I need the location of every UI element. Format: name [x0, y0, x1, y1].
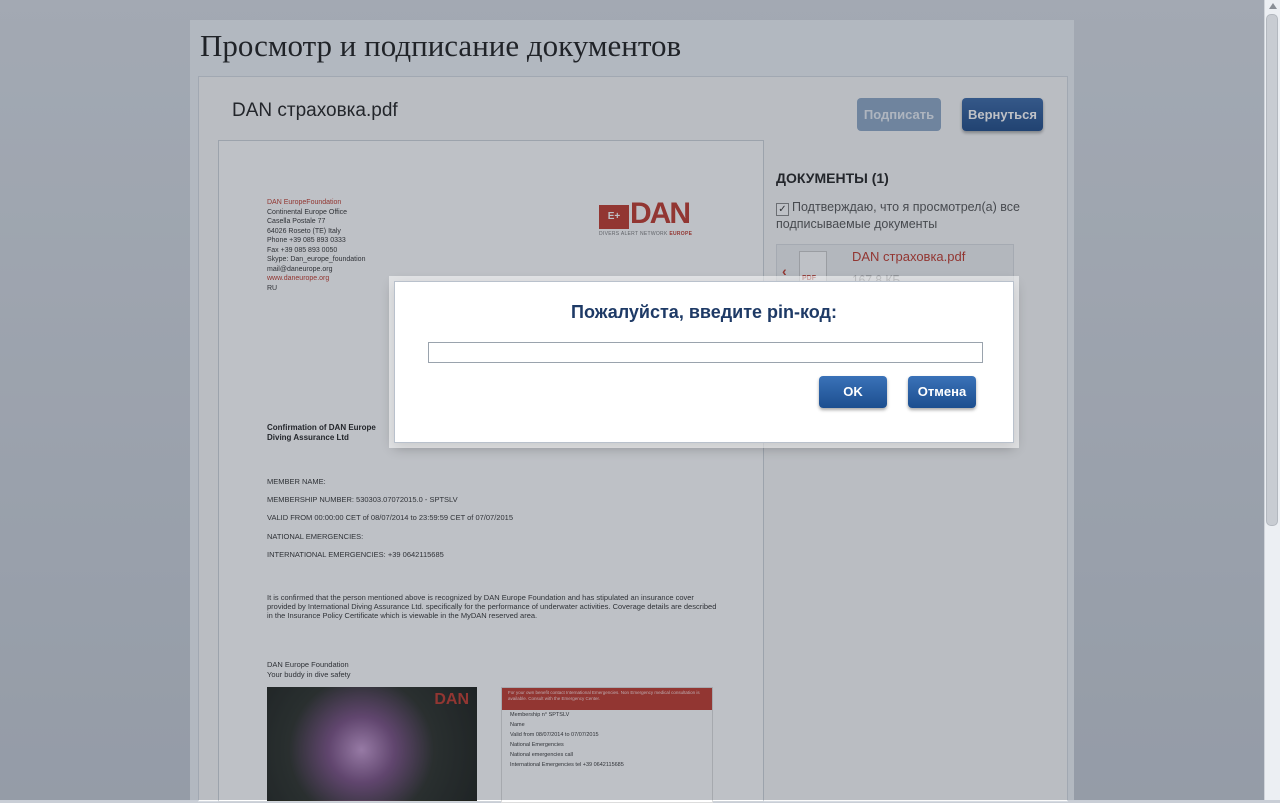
cancel-button[interactable]: Отмена	[908, 376, 976, 408]
pin-dialog: Пожалуйста, введите pin-код: OK Отмена	[394, 281, 1014, 443]
scroll-up-icon[interactable]	[1269, 3, 1277, 9]
pin-dialog-title: Пожалуйста, введите pin-код:	[571, 302, 837, 322]
page-scrollbar[interactable]	[1264, 0, 1280, 800]
scroll-thumb[interactable]	[1266, 14, 1278, 526]
ok-button[interactable]: OK	[819, 376, 887, 408]
pin-input[interactable]	[428, 342, 983, 363]
